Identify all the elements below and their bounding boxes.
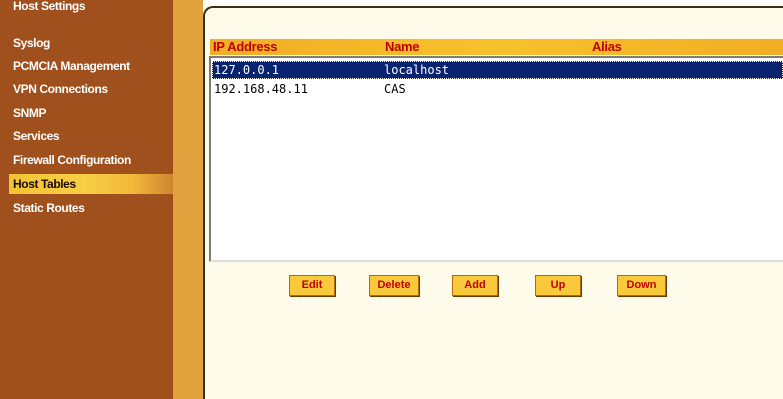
sidebar-item-pcmcia-management[interactable]: PCMCIA Management <box>9 55 173 77</box>
sidebar-item-firewall-configuration[interactable]: Firewall Configuration <box>9 149 173 171</box>
down-button[interactable]: Down <box>617 275 666 296</box>
sidebar-item-host-tables[interactable]: Host Tables <box>9 174 173 194</box>
sidebar-item-static-routes[interactable]: Static Routes <box>9 197 173 219</box>
column-header-name: Name <box>385 39 420 54</box>
table-header: IP Address Name Alias <box>210 39 783 55</box>
sidebar-item-snmp[interactable]: SNMP <box>9 102 173 124</box>
up-button[interactable]: Up <box>535 275 581 296</box>
ip-address-cell: 127.0.0.1 <box>214 63 280 77</box>
host-table-listbox[interactable]: 127.0.0.1 localhost 192.168.48.11 CAS <box>209 56 783 262</box>
sidebar-nav: Host Settings Syslog PCMCIA Management V… <box>0 0 173 399</box>
sidebar-item-syslog[interactable]: Syslog <box>9 32 173 54</box>
sidebar-item-vpn-connections[interactable]: VPN Connections <box>9 78 173 100</box>
name-cell: localhost <box>384 63 450 77</box>
ip-address-cell: 192.168.48.11 <box>214 82 308 96</box>
name-cell: CAS <box>384 82 406 96</box>
table-row[interactable]: 192.168.48.11 CAS <box>212 80 783 98</box>
delete-button[interactable]: Delete <box>369 275 419 296</box>
add-button[interactable]: Add <box>452 275 498 296</box>
column-header-alias: Alias <box>592 39 622 54</box>
sidebar-item-services[interactable]: Services <box>9 125 173 147</box>
sidebar-item-host-settings[interactable]: Host Settings <box>9 0 173 17</box>
divider-stripe <box>173 0 203 399</box>
table-row[interactable]: 127.0.0.1 localhost <box>212 61 783 79</box>
edit-button[interactable]: Edit <box>289 275 335 296</box>
column-header-ip-address: IP Address <box>213 39 278 54</box>
